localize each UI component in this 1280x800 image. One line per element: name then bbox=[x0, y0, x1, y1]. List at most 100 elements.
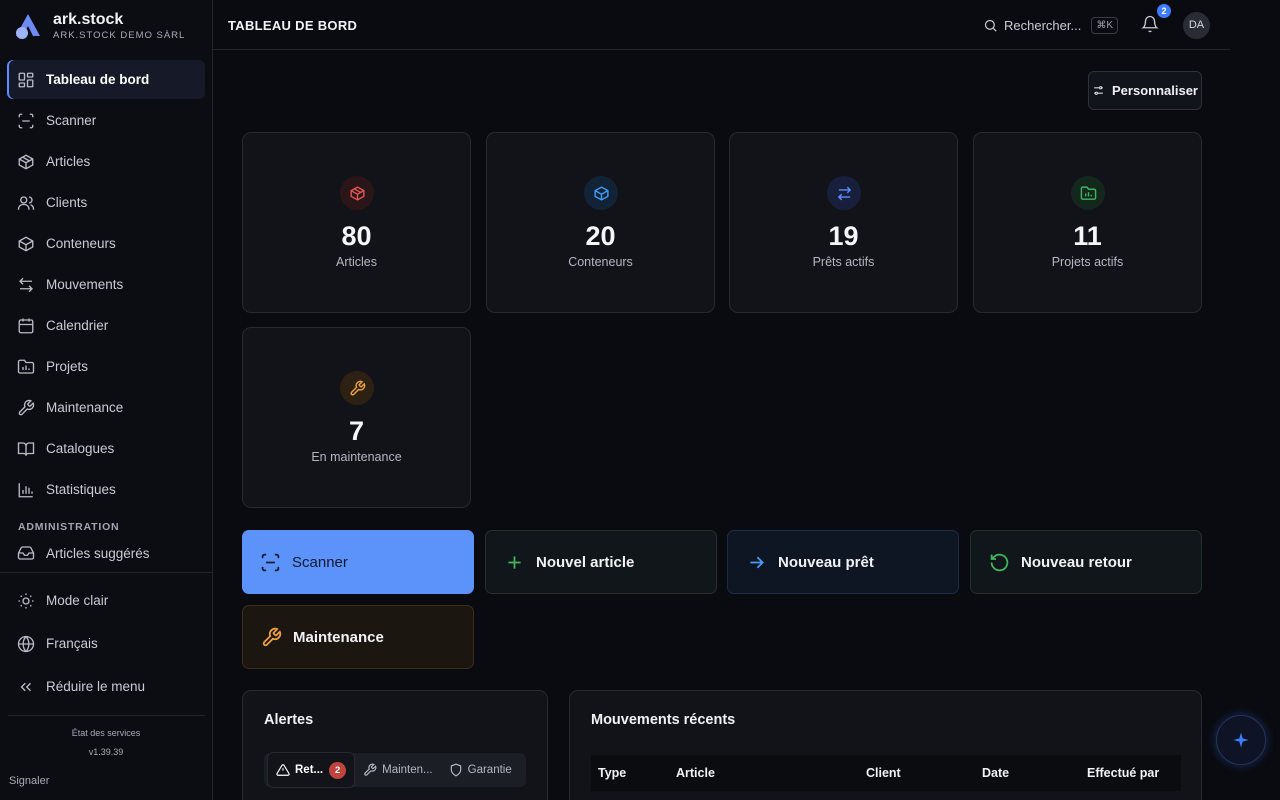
stat-value: 11 bbox=[1073, 221, 1102, 251]
avatar[interactable]: DA bbox=[1183, 12, 1210, 39]
column-date[interactable]: Date bbox=[982, 766, 1009, 780]
arrows-icon bbox=[19, 277, 33, 292]
sidebar-item-label: Tableau de bord bbox=[46, 72, 150, 87]
container-icon bbox=[593, 185, 609, 201]
tab-warranty[interactable]: Garantie bbox=[441, 752, 520, 788]
scan-icon bbox=[261, 553, 280, 571]
tab-label: Garantie bbox=[467, 764, 512, 776]
wrench-icon bbox=[364, 763, 377, 776]
wrench-icon bbox=[262, 627, 282, 646]
sidebar-item-movements[interactable]: Mouvements bbox=[7, 265, 205, 304]
sidebar-item-articles[interactable]: Articles bbox=[7, 142, 205, 181]
users-icon bbox=[17, 195, 35, 210]
sidebar-item-projects[interactable]: Projets bbox=[7, 347, 205, 386]
stat-icon-wrap bbox=[1071, 176, 1105, 210]
sidebar-item-label: Mouvements bbox=[46, 277, 124, 292]
stat-label: Conteneurs bbox=[568, 255, 633, 269]
report-link[interactable]: Signaler bbox=[9, 775, 49, 787]
sidebar-item-label: Calendrier bbox=[46, 318, 109, 333]
tab-returns[interactable]: Ret... 2 bbox=[267, 752, 356, 788]
folder-icon bbox=[1080, 185, 1096, 200]
search-label: Rechercher... bbox=[1004, 17, 1082, 33]
rotate-ccw-icon bbox=[990, 553, 1009, 571]
sliders-icon bbox=[1094, 86, 1103, 95]
column-performed-by[interactable]: Effectué par bbox=[1087, 766, 1159, 780]
column-client[interactable]: Client bbox=[866, 766, 901, 780]
arrows-icon bbox=[837, 186, 851, 200]
logo-icon bbox=[16, 14, 40, 39]
quick-action-maintenance[interactable]: Maintenance bbox=[242, 605, 474, 669]
brand[interactable]: ark.stock ARK.STOCK DEMO SÀRL bbox=[13, 9, 185, 43]
calendar-icon bbox=[18, 318, 34, 333]
sidebar-item-containers[interactable]: Conteneurs bbox=[7, 224, 205, 263]
globe-icon bbox=[17, 635, 35, 652]
sidebar-item-catalogues[interactable]: Catalogues bbox=[7, 429, 205, 468]
stat-card-active-loans[interactable]: 19 Prêts actifs bbox=[729, 132, 958, 313]
stat-card-active-projects[interactable]: 11 Projets actifs bbox=[973, 132, 1202, 313]
sidebar-item-maintenance[interactable]: Maintenance bbox=[7, 388, 205, 427]
sidebar-item-clients[interactable]: Clients bbox=[7, 183, 205, 222]
sidebar-item-scanner[interactable]: Scanner bbox=[7, 101, 205, 140]
alerts-title: Alertes bbox=[264, 712, 314, 728]
collapse-menu-button[interactable]: Réduire le menu bbox=[0, 665, 212, 708]
assistant-button[interactable] bbox=[1216, 715, 1266, 765]
sidebar-item-dashboard[interactable]: Tableau de bord bbox=[7, 60, 205, 99]
stat-value: 80 bbox=[341, 221, 372, 251]
sidebar-item-label: Maintenance bbox=[46, 400, 124, 415]
sidebar-item-statistics[interactable]: Statistiques bbox=[7, 470, 205, 509]
search-shortcut: ⌘K bbox=[1091, 16, 1118, 34]
sidebar-item-label: Articles bbox=[46, 154, 91, 169]
sidebar-item-label: Conteneurs bbox=[46, 236, 116, 251]
scan-icon bbox=[18, 113, 34, 128]
sidebar-item-label: Articles suggérés bbox=[46, 545, 150, 561]
bell-icon[interactable] bbox=[1141, 15, 1159, 33]
wrench-icon bbox=[18, 399, 35, 415]
chart-icon bbox=[18, 482, 33, 497]
stat-value: 19 bbox=[828, 221, 859, 251]
stat-icon-wrap bbox=[827, 176, 861, 210]
warning-icon bbox=[276, 764, 290, 776]
quick-action-new-return[interactable]: Nouveau retour bbox=[970, 530, 1202, 594]
table-header: Type Article Client Date Effectué par bbox=[591, 755, 1181, 791]
recent-movements-title: Mouvements récents bbox=[591, 712, 736, 728]
customize-button[interactable]: Personnaliser bbox=[1088, 71, 1202, 110]
search-button[interactable]: Rechercher... ⌘K bbox=[983, 14, 1118, 36]
stat-card-containers[interactable]: 20 Conteneurs bbox=[486, 132, 715, 313]
theme-toggle[interactable]: Mode clair bbox=[0, 579, 212, 622]
sidebar-item-label: Projets bbox=[46, 359, 89, 374]
sidebar-nav: Tableau de bord Scanner Articles Clients… bbox=[7, 60, 205, 567]
sidebar-item-label: Catalogues bbox=[46, 441, 115, 456]
stat-label: Projets actifs bbox=[1051, 255, 1124, 269]
stat-label: En maintenance bbox=[311, 450, 402, 464]
tab-maintenance[interactable]: Mainten... bbox=[355, 752, 441, 788]
book-icon bbox=[17, 441, 35, 456]
quick-action-scanner[interactable]: Scanner bbox=[242, 530, 474, 594]
container-icon bbox=[18, 235, 34, 252]
dashboard-icon bbox=[18, 72, 34, 87]
alerts-tabs: Ret... 2 Mainten... Garantie bbox=[264, 752, 526, 788]
search-icon bbox=[984, 19, 997, 32]
sidebar-item-suggested-articles[interactable]: Articles suggérés bbox=[7, 539, 205, 567]
quick-action-new-loan[interactable]: Nouveau prêt bbox=[727, 530, 959, 594]
quick-action-label: Maintenance bbox=[293, 628, 384, 646]
stat-value: 7 bbox=[348, 416, 365, 446]
language-selector[interactable]: Français bbox=[0, 622, 212, 665]
stat-label: Prêts actifs bbox=[812, 255, 875, 269]
service-status-link[interactable]: État des services bbox=[0, 728, 212, 738]
language-label: Français bbox=[46, 636, 98, 651]
sun-icon bbox=[18, 593, 34, 608]
notification-badge: 2 bbox=[1157, 4, 1171, 18]
stat-card-maintenance[interactable]: 7 En maintenance bbox=[242, 327, 471, 508]
stat-card-articles[interactable]: 80 Articles bbox=[242, 132, 471, 313]
stat-label: Articles bbox=[336, 255, 377, 269]
inbox-icon bbox=[17, 546, 35, 560]
plus-icon bbox=[508, 555, 521, 569]
recent-movements-panel: Mouvements récents Type Article Client D… bbox=[569, 690, 1202, 800]
column-type[interactable]: Type bbox=[598, 766, 626, 780]
sidebar-item-calendar[interactable]: Calendrier bbox=[7, 306, 205, 345]
quick-action-new-article[interactable]: Nouvel article bbox=[485, 530, 717, 594]
column-article[interactable]: Article bbox=[676, 766, 715, 780]
tab-label: Ret... bbox=[295, 764, 324, 776]
admin-section-title: ADMINISTRATION bbox=[18, 521, 120, 533]
sidebar-footer: Mode clair Français Réduire le menu État… bbox=[0, 572, 212, 787]
